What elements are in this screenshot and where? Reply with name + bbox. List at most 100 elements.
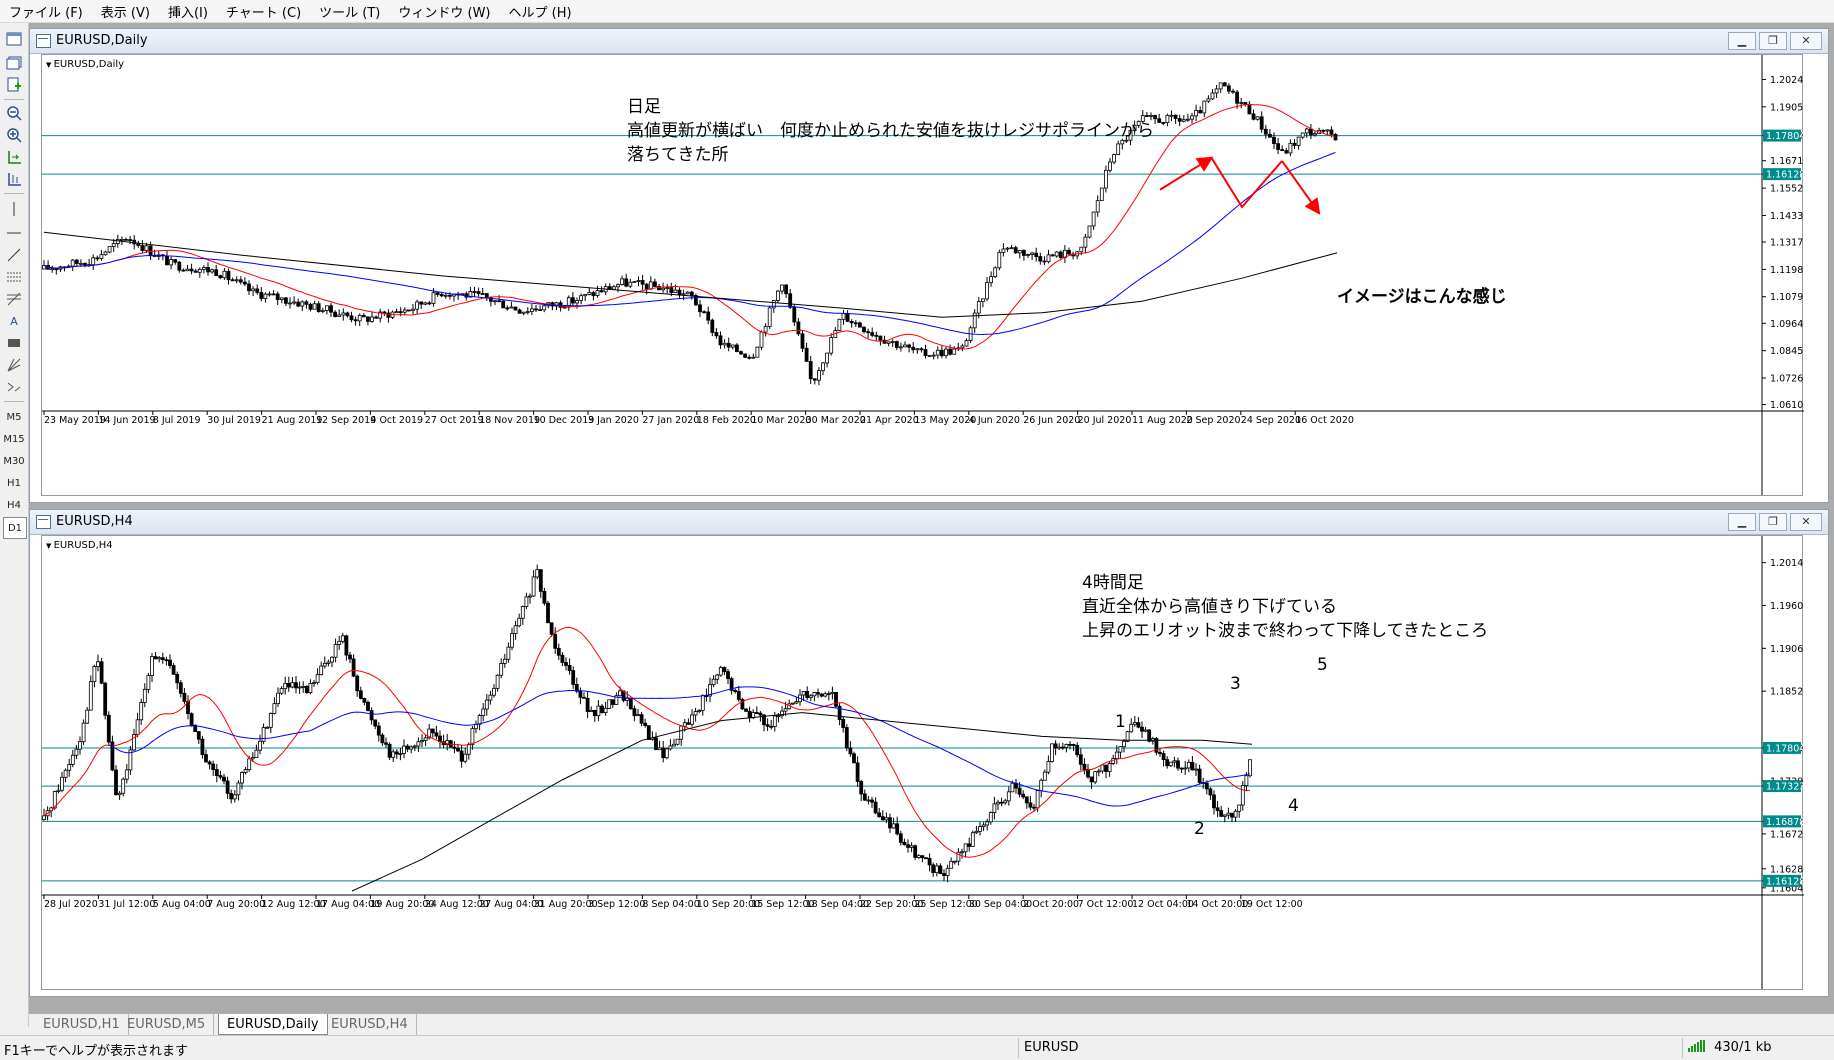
candle-body: [1129, 723, 1134, 733]
wave-label-1: 1: [1115, 712, 1126, 732]
candle-body: [1186, 118, 1190, 121]
candle-body: [640, 280, 645, 285]
trendline-icon[interactable]: [3, 245, 25, 265]
candle-body: [308, 683, 313, 694]
candle-body: [312, 682, 316, 684]
menu-tools[interactable]: ツール (T): [310, 2, 389, 21]
time-tick-label: 23 May 2019: [44, 415, 106, 426]
candle-body: [747, 356, 752, 359]
candle-body: [1100, 764, 1105, 772]
candle-body: [218, 775, 223, 778]
restore-button[interactable]: ❐: [1759, 513, 1787, 531]
price-chart[interactable]: 1.20140 1.19600 1.19060 1.18520 1.17804 1.173…: [41, 535, 1804, 990]
title-bar[interactable]: EURUSD,H4 ▁ ❐ ✕: [30, 510, 1828, 535]
minimize-button[interactable]: ▁: [1728, 32, 1756, 50]
crosshair-icon[interactable]: [3, 199, 25, 219]
candle-body: [324, 305, 329, 311]
candle-body: [960, 345, 965, 349]
window-title: EURUSD,Daily: [56, 33, 148, 48]
timeframe-m15[interactable]: M15: [3, 429, 25, 449]
candle-body: [157, 657, 162, 660]
candle-body: [718, 335, 723, 346]
zoom-out-icon[interactable]: [3, 103, 25, 123]
horizontal-line-icon[interactable]: [3, 223, 25, 243]
restore-button[interactable]: ❐: [1759, 32, 1787, 50]
time-tick-label: 14 Oct 20:00: [1186, 899, 1248, 910]
timeframe-m5[interactable]: M5: [3, 407, 25, 427]
price-badge-label: 1.17804: [1766, 743, 1804, 754]
menu-view[interactable]: 表示 (V): [92, 2, 159, 21]
price-tick-label: 1.09640: [1770, 319, 1804, 330]
candle-body: [351, 658, 356, 677]
candle-body: [902, 841, 907, 846]
candle-body: [600, 705, 604, 714]
time-tick-label: 30 Jul 2019: [207, 415, 261, 426]
arrows-icon[interactable]: [3, 377, 25, 397]
candle-body: [1197, 768, 1202, 783]
candle-body: [702, 311, 706, 314]
add-chart-icon[interactable]: [3, 75, 25, 95]
candle-body: [1099, 187, 1104, 202]
moving-average-slow: [351, 712, 1253, 892]
candle-body: [938, 865, 943, 874]
candle-body: [870, 799, 874, 803]
candle-body: [1214, 88, 1219, 94]
rectangle-icon[interactable]: [3, 333, 25, 353]
timeframe-d1[interactable]: D1: [3, 517, 27, 539]
timeframe-h1[interactable]: H1: [3, 473, 25, 493]
candle-body: [366, 701, 370, 711]
menu-insert[interactable]: 挿入(I): [159, 2, 217, 21]
menu-chart[interactable]: チャート (C): [217, 2, 310, 21]
candle-body: [1111, 758, 1116, 764]
tab-eurusd-h1[interactable]: EURUSD,H1: [35, 1014, 129, 1035]
tab-eurusd-m5[interactable]: EURUSD,M5: [119, 1014, 215, 1035]
candle-body: [790, 702, 795, 705]
title-bar[interactable]: EURUSD,Daily ▁ ❐ ✕: [30, 29, 1828, 54]
fibonacci-icon[interactable]: [3, 289, 25, 309]
gann-icon[interactable]: [3, 355, 25, 375]
candle-body: [794, 701, 799, 704]
candle-body: [679, 725, 684, 740]
candle-body: [505, 307, 510, 310]
text-tool-icon[interactable]: A: [3, 311, 25, 331]
candle-body: [607, 286, 612, 290]
tab-eurusd-h4[interactable]: EURUSD,H4: [323, 1014, 417, 1035]
candle-body: [136, 243, 141, 246]
candle-body: [571, 297, 575, 304]
timeframe-h4[interactable]: H4: [3, 495, 25, 515]
candle-body: [124, 238, 128, 241]
price-tick-label: 1.08450: [1770, 346, 1804, 357]
candle-body: [243, 769, 248, 773]
tab-eurusd-daily[interactable]: EURUSD,Daily: [218, 1014, 328, 1035]
candle-body: [492, 687, 496, 696]
menu-window[interactable]: ウィンドウ (W): [389, 2, 499, 21]
candle-body: [884, 817, 889, 821]
candle-body: [411, 308, 415, 311]
price-chart[interactable]: 1.20245 1.19055 1.17804 1.16710 1.16128 1.155…: [41, 54, 1804, 496]
chart-shift-icon[interactable]: [3, 169, 25, 189]
timeframe-m30[interactable]: M30: [3, 451, 25, 471]
candle-body: [197, 268, 202, 273]
new-chart-icon[interactable]: [3, 29, 25, 49]
candle-body: [435, 292, 440, 295]
candle-body: [880, 816, 885, 821]
auto-scroll-icon[interactable]: [3, 147, 25, 167]
close-button[interactable]: ✕: [1790, 32, 1822, 50]
candle-body: [758, 712, 763, 716]
annotation-arrow: [1281, 160, 1321, 215]
close-button[interactable]: ✕: [1790, 513, 1822, 531]
menu-help[interactable]: ヘルプ (H): [500, 2, 581, 21]
candle-body: [296, 301, 301, 307]
candle-body: [1276, 143, 1280, 150]
h4-chart-canvas[interactable]: 1.20140 1.19600 1.19060 1.18520 1.17804 1.173…: [42, 536, 1804, 989]
profiles-icon[interactable]: [3, 53, 25, 73]
time-tick-label: 27 Jan 2020: [642, 415, 699, 426]
candle-body: [499, 662, 504, 676]
minimize-button[interactable]: ▁: [1728, 513, 1756, 531]
zoom-in-icon[interactable]: [3, 125, 25, 145]
price-tick-label: 1.19060: [1770, 644, 1804, 655]
candle-body: [480, 293, 485, 295]
menu-file[interactable]: ファイル (F): [0, 2, 92, 21]
channel-icon[interactable]: [3, 267, 25, 287]
candle-body: [665, 287, 670, 289]
